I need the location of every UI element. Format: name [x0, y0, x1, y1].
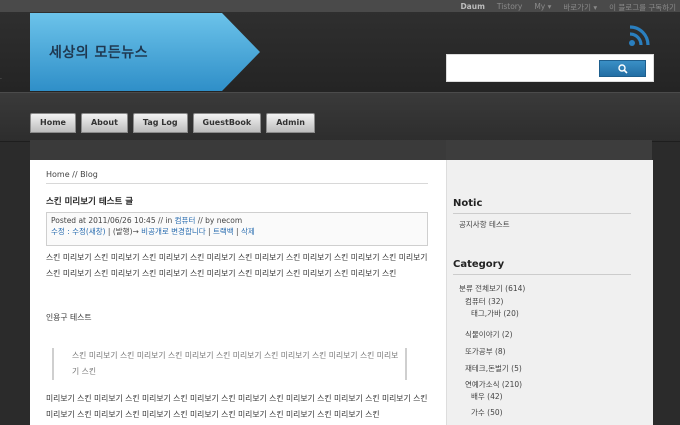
breadcrumb[interactable]: Home // Blog: [46, 170, 428, 184]
main-tabs: Home About Tag Log GuestBook Admin: [30, 113, 315, 133]
search-icon: [617, 63, 628, 74]
content-top-bar: [30, 140, 652, 160]
main-content: Home // Blog 스킨 미리보기 테스트 글 Posted at 201…: [30, 160, 446, 425]
category-item-tag[interactable]: 태그,가바 (20): [471, 308, 519, 319]
meta-sep-3: |: [233, 227, 241, 236]
post-paragraph-1: 스킨 미리보기 스킨 미리보기 스킨 미리보기 스킨 미리보기 스킨 미리보기 …: [46, 253, 428, 278]
category-item-actors[interactable]: 배우 (42): [471, 391, 503, 402]
edit-link[interactable]: 수정 : 수정(새창): [51, 227, 106, 236]
category-item-plants[interactable]: 식물이야기 (2): [465, 329, 513, 340]
search-input[interactable]: [453, 61, 589, 73]
trackback-link[interactable]: 트랙백: [213, 227, 234, 236]
meta-category-link[interactable]: 컴퓨터: [175, 216, 196, 225]
meta-author: // by necom: [195, 216, 243, 225]
post-meta: Posted at 2011/06/26 10:45 // in 컴퓨터 // …: [46, 212, 428, 246]
tab-about[interactable]: About: [80, 113, 128, 133]
sidebar: Notic 공지사항 테스트 Category 분류 전체보기 (614) 컴퓨…: [446, 160, 653, 425]
blockquote: 스킨 미리보기 스킨 미리보기 스킨 미리보기 스킨 미리보기 스킨 미리보기 …: [52, 348, 407, 380]
notice-item[interactable]: 공지사항 테스트: [459, 219, 510, 230]
rss-icon[interactable]: [628, 25, 652, 47]
tab-home[interactable]: Home: [30, 113, 76, 133]
sidebar-top-bar: [446, 140, 652, 160]
notice-heading: Notic: [453, 198, 631, 214]
category-item-computer[interactable]: 컴퓨터 (32): [465, 296, 503, 307]
category-heading: Category: [453, 259, 631, 275]
meta-sep-1: | (발행)→: [105, 227, 139, 236]
tab-admin[interactable]: Admin: [266, 113, 315, 133]
post-paragraph-3: 미리보기 스킨 미리보기 스킨 미리보기 스킨 미리보기 스킨 미리보기 스킨 …: [46, 394, 428, 419]
meta-posted: Posted at 2011/06/26 10:45 // in: [51, 216, 175, 225]
post-title[interactable]: 스킨 미리보기 테스트 글: [46, 195, 133, 207]
category-item-finance[interactable]: 재테크,돈벌기 (5): [465, 363, 522, 374]
category-item-singers[interactable]: 가수 (50): [471, 407, 503, 418]
make-private-link[interactable]: 비공개로 변경합니다: [139, 227, 206, 236]
meta-sep-2: |: [205, 227, 213, 236]
tab-tag-log[interactable]: Tag Log: [132, 113, 188, 133]
category-item-study[interactable]: 또가공부 (8): [465, 346, 506, 357]
search-button[interactable]: [599, 60, 646, 77]
category-item-entertainment[interactable]: 연예가소식 (210): [465, 379, 522, 390]
post-paragraph-2: 인용구 테스트: [46, 313, 92, 322]
side-mark: ·: [0, 76, 2, 83]
tab-guestbook[interactable]: GuestBook: [192, 113, 262, 133]
search-box: [446, 54, 654, 82]
delete-link[interactable]: 삭제: [241, 227, 255, 236]
category-item-all[interactable]: 분류 전체보기 (614): [459, 283, 525, 294]
site-title[interactable]: 세상의 모든뉴스: [49, 42, 148, 62]
